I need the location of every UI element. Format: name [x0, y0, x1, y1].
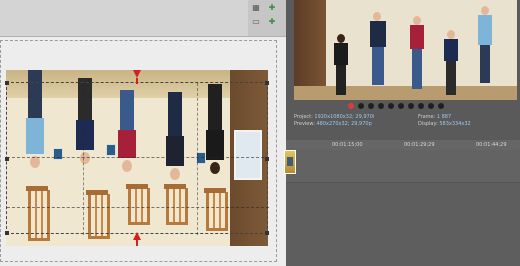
bottom-arrow-icon[interactable] [133, 232, 141, 240]
preview-info: Project: 1920x1080x32; 29,970i Preview: … [294, 114, 520, 136]
display-label: Display: [418, 121, 438, 127]
crop-handle[interactable] [5, 157, 9, 161]
play-icon[interactable] [378, 103, 384, 109]
pan-crop-panel: ▦ ✚ ▭ ✚ [0, 0, 286, 266]
lock-icon[interactable]: ✚ [266, 3, 278, 13]
ruler-tick-label: 00:01:15;00 [332, 142, 363, 148]
pause-icon[interactable] [388, 103, 394, 109]
crop-guide-line [83, 83, 84, 235]
crop-guide-line [7, 207, 269, 208]
crop-handle[interactable] [5, 231, 9, 235]
bottom-arrow-stem [136, 240, 138, 246]
play-start-icon[interactable] [368, 103, 374, 109]
toolbar-button-strip: ▦ ✚ ▭ ✚ [248, 0, 286, 36]
pan-crop-toolbar: ▦ ✚ ▭ ✚ [0, 0, 286, 37]
crop-handle[interactable] [265, 231, 269, 235]
crop-guide-line [197, 83, 198, 235]
prev-frame-icon[interactable] [408, 103, 414, 109]
frame-label: Frame: [418, 114, 436, 120]
crop-handle[interactable] [265, 157, 269, 161]
crop-rectangle[interactable] [5, 81, 269, 235]
ruler-tick-label: 00:01:44;29 [476, 142, 507, 148]
project-label: Project: [294, 114, 313, 120]
crop-guide-line [7, 157, 269, 158]
preview-value: 480x270x32; 29,970p [316, 121, 372, 127]
transport-controls [286, 100, 520, 114]
ruler-tick-label: 00:01:29;29 [404, 142, 435, 148]
display-value: 583x334x32 [439, 121, 471, 127]
top-arrow-icon[interactable] [133, 70, 141, 78]
grid-icon[interactable]: ▦ [250, 3, 262, 13]
clip-thumbnail-image [287, 157, 293, 166]
video-preview[interactable] [294, 0, 517, 100]
timeline[interactable]: 00:01:15;00 00:01:29;29 00:01:44;29 [286, 140, 520, 266]
stop-icon[interactable] [398, 103, 404, 109]
preview-label: Preview: [294, 121, 315, 127]
go-end-icon[interactable] [438, 103, 444, 109]
next-frame-icon[interactable] [418, 103, 424, 109]
preview-wooden-wall [294, 0, 326, 100]
frame-value: 1 887 [436, 114, 452, 120]
preview-timeline-panel: Project: 1920x1080x32; 29,970i Preview: … [286, 0, 520, 266]
crop-handle[interactable] [265, 81, 269, 85]
record-icon[interactable] [348, 103, 354, 109]
snap-icon[interactable]: ✚ [266, 17, 278, 27]
preview-floor [294, 86, 517, 100]
video-track[interactable] [286, 150, 520, 183]
project-value: 1920x1080x32; 29,970i [314, 114, 375, 120]
move-icon[interactable]: ▭ [250, 17, 262, 27]
loop-icon[interactable] [358, 103, 364, 109]
go-start-icon[interactable] [428, 103, 434, 109]
clip-thumbnail[interactable] [284, 150, 296, 174]
top-arrow-stem [136, 78, 138, 84]
crop-handle[interactable] [5, 81, 9, 85]
